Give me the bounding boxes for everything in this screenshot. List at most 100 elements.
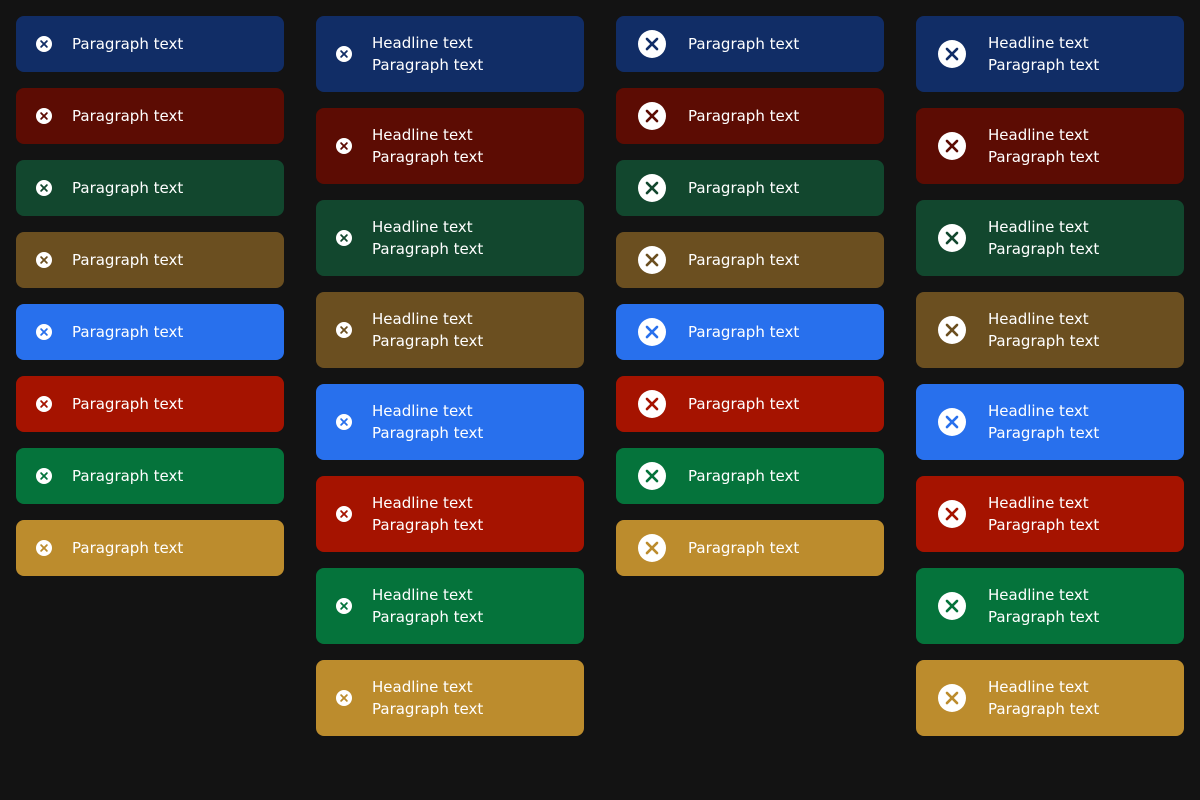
toast-headline: Headline text <box>988 494 1089 512</box>
toast-paragraph: Paragraph text <box>372 516 484 534</box>
toast-paragraph: Paragraph text <box>372 332 484 350</box>
close-icon[interactable] <box>336 138 352 154</box>
toast-5: Headline text Paragraph text <box>916 384 1184 460</box>
toast-headline: Headline text <box>988 34 1089 52</box>
toast-headline: Headline text <box>372 402 473 420</box>
toast-paragraph: Paragraph text <box>688 251 800 269</box>
close-icon[interactable] <box>938 224 966 252</box>
close-icon[interactable] <box>938 500 966 528</box>
toast-paragraph: Paragraph text <box>72 539 184 557</box>
toast-paragraph: Paragraph text <box>72 467 184 485</box>
toast-text: Headline text Paragraph text <box>372 584 483 628</box>
close-icon[interactable] <box>336 414 352 430</box>
close-icon[interactable] <box>638 102 666 130</box>
toast-paragraph: Paragraph text <box>688 539 800 557</box>
close-icon[interactable] <box>336 322 352 338</box>
close-icon[interactable] <box>938 408 966 436</box>
close-icon[interactable] <box>938 132 966 160</box>
toast-text: Headline text Paragraph text <box>988 216 1099 260</box>
toast-headline: Headline text <box>372 678 473 696</box>
toast-headline: Headline text <box>988 310 1089 328</box>
close-icon[interactable] <box>638 390 666 418</box>
column-large-icon-single-line: Paragraph text Paragraph text Paragraph te… <box>616 16 884 576</box>
toast-text: Headline text Paragraph text <box>988 124 1099 168</box>
toast-text: Headline text Paragraph text <box>372 492 483 536</box>
close-icon[interactable] <box>36 324 52 340</box>
close-icon[interactable] <box>638 318 666 346</box>
toast-text: Paragraph text <box>688 33 799 55</box>
toast-8: Headline text Paragraph text <box>916 660 1184 736</box>
close-icon[interactable] <box>336 690 352 706</box>
toast-paragraph: Paragraph text <box>988 424 1100 442</box>
close-icon[interactable] <box>36 108 52 124</box>
toast-paragraph: Paragraph text <box>72 395 184 413</box>
toast-1: Headline text Paragraph text <box>916 16 1184 92</box>
toast-5: Paragraph text <box>616 304 884 360</box>
close-icon[interactable] <box>638 174 666 202</box>
close-icon[interactable] <box>938 684 966 712</box>
toast-text: Headline text Paragraph text <box>988 492 1099 536</box>
toast-text: Paragraph text <box>688 537 799 559</box>
toast-4: Headline text Paragraph text <box>316 292 584 368</box>
toast-6: Paragraph text <box>16 376 284 432</box>
toast-text: Headline text Paragraph text <box>988 400 1099 444</box>
toast-text: Paragraph text <box>688 465 799 487</box>
toast-text: Headline text Paragraph text <box>988 584 1099 628</box>
close-icon[interactable] <box>638 534 666 562</box>
toast-text: Paragraph text <box>72 177 183 199</box>
toast-7: Paragraph text <box>16 448 284 504</box>
toast-5: Headline text Paragraph text <box>316 384 584 460</box>
toast-text: Headline text Paragraph text <box>372 400 483 444</box>
toast-text: Paragraph text <box>688 105 799 127</box>
toast-paragraph: Paragraph text <box>372 240 484 258</box>
toast-text: Headline text Paragraph text <box>988 308 1099 352</box>
toast-text: Paragraph text <box>688 249 799 271</box>
close-icon[interactable] <box>36 180 52 196</box>
close-icon[interactable] <box>36 396 52 412</box>
toast-7: Headline text Paragraph text <box>316 568 584 644</box>
column-small-icon-two-line: Headline text Paragraph text Headline text… <box>316 16 584 736</box>
toast-headline: Headline text <box>372 218 473 236</box>
toast-text: Paragraph text <box>72 321 183 343</box>
close-icon[interactable] <box>938 316 966 344</box>
toast-7: Headline text Paragraph text <box>916 568 1184 644</box>
toast-paragraph: Paragraph text <box>372 56 484 74</box>
toast-text: Headline text Paragraph text <box>372 676 483 720</box>
column-large-icon-two-line: Headline text Paragraph text Headline text… <box>916 16 1184 736</box>
toast-paragraph: Paragraph text <box>72 251 184 269</box>
toast-2: Headline text Paragraph text <box>316 108 584 184</box>
toast-text: Headline text Paragraph text <box>372 216 483 260</box>
toast-text: Paragraph text <box>72 249 183 271</box>
close-icon[interactable] <box>36 468 52 484</box>
toast-paragraph: Paragraph text <box>988 516 1100 534</box>
toast-paragraph: Paragraph text <box>988 700 1100 718</box>
toast-text: Paragraph text <box>688 177 799 199</box>
toast-2: Headline text Paragraph text <box>916 108 1184 184</box>
close-icon[interactable] <box>336 46 352 62</box>
close-icon[interactable] <box>36 36 52 52</box>
toast-paragraph: Paragraph text <box>372 424 484 442</box>
toast-headline: Headline text <box>988 218 1089 236</box>
toast-paragraph: Paragraph text <box>988 608 1100 626</box>
close-icon[interactable] <box>36 540 52 556</box>
close-icon[interactable] <box>638 462 666 490</box>
toast-1: Paragraph text <box>616 16 884 72</box>
close-icon[interactable] <box>336 598 352 614</box>
close-icon[interactable] <box>336 230 352 246</box>
close-icon[interactable] <box>36 252 52 268</box>
toast-text: Headline text Paragraph text <box>372 124 483 168</box>
toast-4: Headline text Paragraph text <box>916 292 1184 368</box>
toast-text: Headline text Paragraph text <box>988 676 1099 720</box>
close-icon[interactable] <box>938 40 966 68</box>
toast-paragraph: Paragraph text <box>688 179 800 197</box>
toast-headline: Headline text <box>372 126 473 144</box>
close-icon[interactable] <box>638 30 666 58</box>
toast-text: Paragraph text <box>72 465 183 487</box>
close-icon[interactable] <box>336 506 352 522</box>
close-icon[interactable] <box>938 592 966 620</box>
toast-8: Paragraph text <box>616 520 884 576</box>
toast-headline: Headline text <box>372 586 473 604</box>
close-icon[interactable] <box>638 246 666 274</box>
toast-2: Paragraph text <box>16 88 284 144</box>
toast-8: Headline text Paragraph text <box>316 660 584 736</box>
